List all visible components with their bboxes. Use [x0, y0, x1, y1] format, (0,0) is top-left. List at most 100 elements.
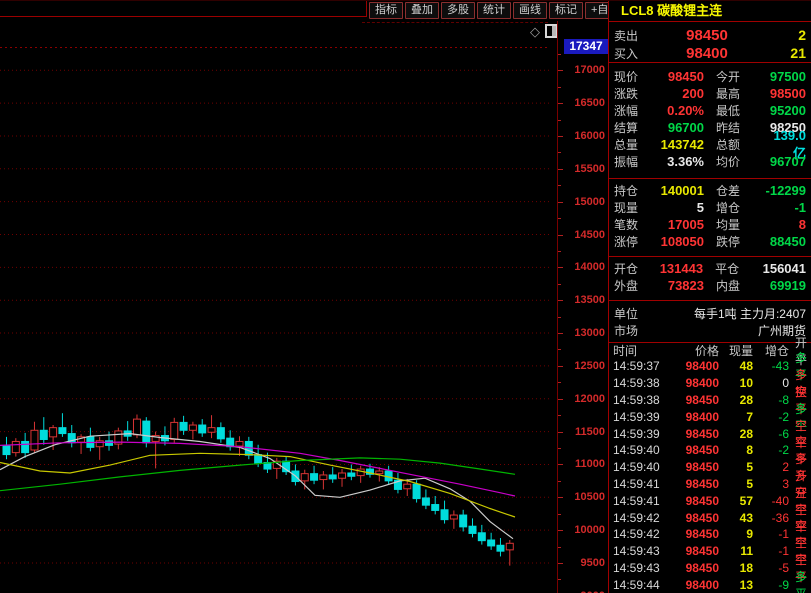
price-axis: 17347 1700016500160001550015000145001400… — [557, 21, 608, 593]
field-label: 均量 — [704, 216, 764, 233]
quote-row: 开仓131443平仓156041 — [609, 260, 811, 277]
candle — [3, 446, 10, 455]
field-label: 最低 — [704, 102, 764, 119]
field-label: 今开 — [704, 68, 764, 85]
tape-header-cell: 现量 — [719, 342, 753, 359]
candlestick-chart[interactable] — [0, 21, 557, 593]
candle — [189, 425, 196, 430]
axis-minor-tick — [558, 547, 561, 548]
axis-minor-tick — [558, 120, 561, 121]
bid-price: 98400 — [650, 45, 764, 62]
axis-label: 12000 — [574, 392, 605, 406]
diamond-icon[interactable]: ◇ — [530, 25, 540, 38]
quote-panel: LCL8 碳酸锂主连 卖出984502买入9840021 现价98450今开97… — [608, 1, 811, 593]
field-label: 单位 — [614, 305, 674, 322]
axis-minor-tick — [558, 579, 561, 580]
candle — [106, 441, 113, 446]
candle — [376, 471, 383, 474]
ask-qty: 2 — [764, 27, 806, 43]
trade-price: 98450 — [673, 561, 719, 575]
tape-row: 14:59:419845053多开 — [609, 476, 811, 493]
trade-oi-delta: 2 — [753, 460, 789, 474]
tape-row: 14:59:389845028-8空平 — [609, 392, 811, 409]
candle — [12, 441, 19, 452]
candle — [404, 484, 411, 489]
axis-minor-tick — [558, 415, 561, 416]
time-and-sales: 14:59:379840048-43多平14:59:3898400100多换14… — [609, 358, 811, 593]
candle — [311, 474, 318, 481]
trade-price: 98400 — [673, 578, 719, 592]
field-label: 持仓 — [614, 182, 650, 199]
field-label: 均价 — [704, 153, 764, 170]
toolbar-button-5[interactable]: 画线 — [513, 2, 547, 19]
trade-oi-delta: -5 — [753, 561, 789, 575]
axis-high-value-badge: 17347 — [564, 39, 608, 54]
trade-oi-delta: -1 — [753, 527, 789, 541]
toolbar-divider-line — [0, 16, 366, 17]
bid-label: 买入 — [614, 45, 650, 62]
axis-minor-tick — [558, 251, 561, 252]
futures-trading-terminal: 指标叠加多股统计画线标记+自选返回 ◇ 17347 17000165001600… — [0, 0, 811, 593]
quote-row: 总量143742总额139.0亿 — [609, 136, 811, 153]
field-value: -12299 — [764, 183, 806, 198]
tape-row: 14:59:419845057-40空平 — [609, 492, 811, 509]
candle — [506, 543, 513, 550]
toolbar-button-1[interactable]: 指标 — [369, 2, 403, 19]
field-label: 开仓 — [614, 260, 650, 277]
toolbar-button-6[interactable]: 标记 — [549, 2, 583, 19]
field-label: 跌停 — [704, 233, 764, 250]
toolbar-button-4[interactable]: 统计 — [477, 2, 511, 19]
field-label: 增仓 — [704, 199, 764, 216]
axis-tick — [558, 136, 563, 137]
kline-canvas[interactable] — [0, 21, 557, 593]
axis-label: 9000 — [581, 589, 605, 593]
field-label: 仓差 — [704, 182, 764, 199]
axis-label: 13500 — [574, 293, 605, 307]
ask-price: 98450 — [650, 27, 764, 44]
axis-tick — [558, 399, 563, 400]
axis-minor-tick — [558, 382, 561, 383]
quote-row: 持仓140001仓差-12299 — [609, 182, 811, 199]
trade-oi-delta: -40 — [753, 494, 789, 508]
trade-time: 14:59:40 — [613, 443, 673, 457]
trade-price: 98400 — [673, 359, 719, 373]
trade-volume: 48 — [719, 359, 753, 373]
field-value: 69919 — [764, 278, 806, 293]
axis-label: 11000 — [575, 457, 605, 471]
trade-oi-delta: -43 — [753, 359, 789, 373]
toolbar-button-2[interactable]: 叠加 — [405, 2, 439, 19]
candle — [31, 430, 38, 450]
field-value: 97500 — [764, 69, 806, 84]
quote-row: 涨停108050跌停88450 — [609, 233, 811, 250]
trade-price: 98450 — [673, 527, 719, 541]
axis-label: 13000 — [574, 326, 605, 340]
tape-row: 14:59:379840048-43多平 — [609, 358, 811, 375]
field-value: 8 — [764, 217, 806, 232]
trade-volume: 5 — [719, 460, 753, 474]
quote-row: 现价98450今开97500 — [609, 68, 811, 85]
field-label: 涨幅 — [614, 102, 650, 119]
field-label: 昨结 — [704, 119, 764, 136]
axis-label: 9500 — [581, 556, 605, 570]
axis-label: 12500 — [574, 359, 605, 373]
axis-tick — [558, 70, 563, 71]
trade-time: 14:59:42 — [613, 527, 673, 541]
contract-info: 单位每手1吨 主力月:2407市场广州期货 — [609, 301, 811, 343]
tape-row: 14:59:439845011-1空平 — [609, 543, 811, 560]
toolbar-divider-vline — [366, 1, 367, 17]
axis-tick — [558, 267, 563, 268]
instrument-title: LCL8 碳酸锂主连 — [609, 1, 811, 22]
trade-oi-delta: -9 — [753, 578, 789, 592]
trade-price: 98450 — [673, 460, 719, 474]
trade-time: 14:59:41 — [613, 494, 673, 508]
trade-price: 98450 — [673, 477, 719, 491]
trade-oi-delta: -8 — [753, 393, 789, 407]
trade-price: 98400 — [673, 410, 719, 424]
trade-oi-delta: -36 — [753, 511, 789, 525]
toolbar-button-3[interactable]: 多股 — [441, 2, 475, 19]
tape-row: 14:59:3898400100多换 — [609, 375, 811, 392]
field-value: 5 — [650, 200, 704, 215]
candle — [40, 430, 47, 439]
candle — [180, 422, 187, 430]
field-label: 结算 — [614, 119, 650, 136]
